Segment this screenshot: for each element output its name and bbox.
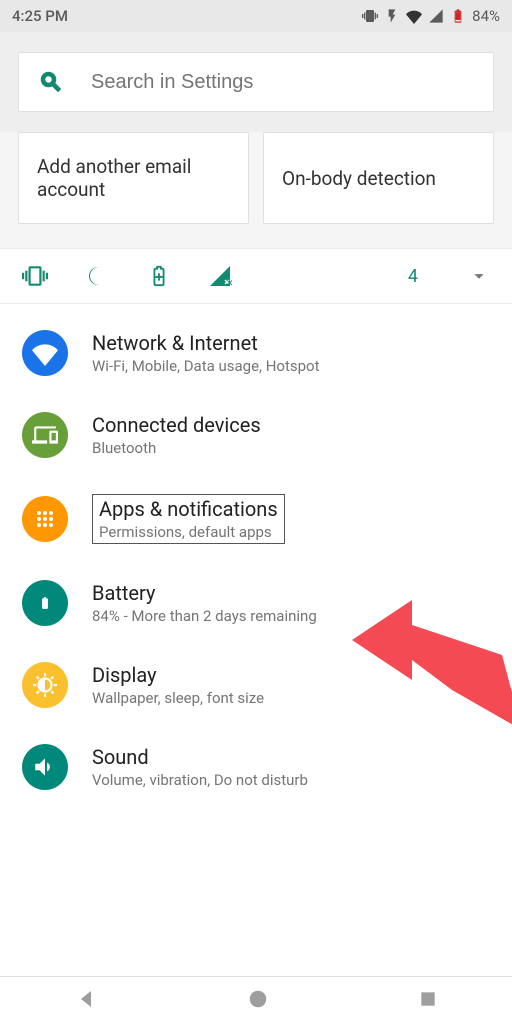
svg-text:✕: ✕ xyxy=(226,279,232,288)
battery-saver-icon[interactable] xyxy=(148,263,170,289)
setting-title: Network & Internet xyxy=(92,331,490,355)
volume-icon xyxy=(22,744,68,790)
tile-label: Add another email account xyxy=(37,155,230,201)
nav-bar xyxy=(0,976,512,1024)
setting-connected-devices[interactable]: Connected devices Bluetooth xyxy=(0,394,512,476)
tile-onbody-detection[interactable]: On-body detection xyxy=(263,132,494,224)
setting-title: Connected devices xyxy=(92,413,490,437)
setting-subtitle: Volume, vibration, Do not disturb xyxy=(92,771,490,789)
setting-title: Sound xyxy=(92,745,490,769)
search-icon xyxy=(39,70,63,94)
setting-subtitle: Bluetooth xyxy=(92,439,490,457)
data-off-icon[interactable]: ✕ xyxy=(208,264,232,288)
nav-home-button[interactable] xyxy=(247,988,269,1014)
setting-title: Display xyxy=(92,663,490,687)
status-icons: 84% xyxy=(362,7,500,25)
setting-apps-notifications[interactable]: Apps & notifications Permissions, defaul… xyxy=(0,476,512,562)
setting-title: Battery xyxy=(92,581,490,605)
qs-count: 4 xyxy=(408,266,418,287)
tile-add-email[interactable]: Add another email account xyxy=(18,132,249,224)
tile-label: On-body detection xyxy=(282,167,436,190)
setting-battery[interactable]: Battery 84% - More than 2 days remaining xyxy=(0,562,512,644)
settings-list: Network & Internet Wi-Fi, Mobile, Data u… xyxy=(0,304,512,816)
setting-subtitle: Wallpaper, sleep, font size xyxy=(92,689,490,707)
setting-subtitle: 84% - More than 2 days remaining xyxy=(92,607,490,625)
status-bar: 4:25 PM 84% xyxy=(0,0,512,32)
signal-icon xyxy=(428,8,444,24)
nav-back-button[interactable] xyxy=(74,987,98,1015)
bluetooth-icon xyxy=(384,8,400,24)
apps-icon xyxy=(22,496,68,542)
setting-subtitle: Permissions, default apps xyxy=(99,523,278,541)
brightness-icon xyxy=(22,662,68,708)
setting-sound[interactable]: Sound Volume, vibration, Do not disturb xyxy=(0,726,512,808)
search-input[interactable] xyxy=(91,71,473,94)
battery-icon xyxy=(450,8,466,24)
search-box[interactable] xyxy=(18,52,494,112)
chevron-down-icon[interactable] xyxy=(468,265,490,287)
battery-pct: 84% xyxy=(472,7,500,25)
setting-subtitle: Wi-Fi, Mobile, Data usage, Hotspot xyxy=(92,357,490,375)
status-time: 4:25 PM xyxy=(12,7,68,25)
setting-network[interactable]: Network & Internet Wi-Fi, Mobile, Data u… xyxy=(0,312,512,394)
quick-settings-row: ✕ 4 xyxy=(0,248,512,304)
devices-icon xyxy=(22,412,68,458)
vibrate-icon xyxy=(362,8,378,24)
highlight-box: Apps & notifications Permissions, defaul… xyxy=(92,494,285,544)
suggestion-tiles: Add another email account On-body detect… xyxy=(0,132,512,248)
setting-title: Apps & notifications xyxy=(99,497,278,521)
vibrate-icon[interactable] xyxy=(22,263,48,289)
search-area xyxy=(0,32,512,132)
nav-recent-button[interactable] xyxy=(418,989,438,1013)
wifi-icon xyxy=(22,330,68,376)
wifi-icon xyxy=(406,8,422,24)
setting-display[interactable]: Display Wallpaper, sleep, font size xyxy=(0,644,512,726)
dnd-moon-icon[interactable] xyxy=(86,264,110,288)
battery-icon xyxy=(22,580,68,626)
